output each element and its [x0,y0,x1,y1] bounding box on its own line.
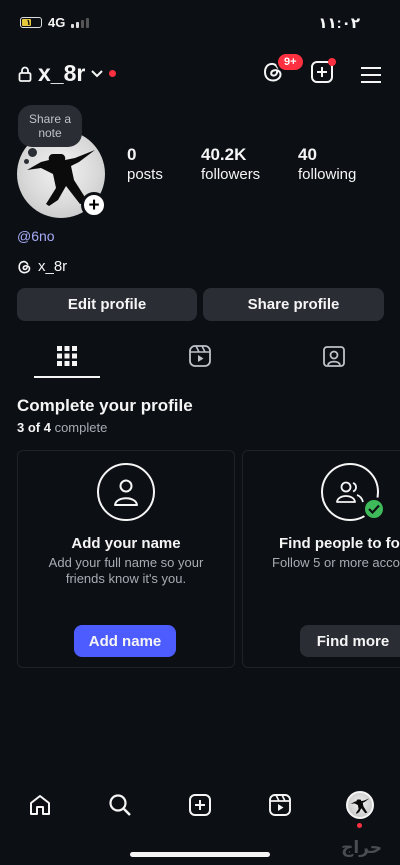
profile-tabs [0,340,400,380]
home-icon[interactable] [28,793,52,817]
header-actions: 9+ [262,52,382,89]
find-people-title: Find people to follow [279,535,400,552]
reels-nav-icon[interactable] [268,793,292,817]
add-name-card: Add your name Add your full name so your… [17,450,235,668]
account-alert-dot [109,70,117,77]
create-alert-dot [328,58,336,66]
add-name-button[interactable]: Add name [74,625,176,657]
progress-count: 3 of 4 [17,420,51,435]
add-name-desc-line2: friends know it's you. [65,571,187,586]
search-icon[interactable] [108,793,132,817]
threads-icon [18,260,31,273]
home-indicator[interactable] [130,852,270,857]
reels-icon[interactable] [188,344,212,368]
threads-button[interactable]: 9+ [262,52,305,89]
active-tab-indicator [34,376,100,378]
find-people-description: Follow 5 or more accounts [272,555,400,570]
find-more-button[interactable]: Find more [300,625,400,657]
complete-profile-title: Complete your profile [17,396,193,415]
user-icon-circle [97,463,155,521]
network-label: 4G [48,15,66,30]
people-icon [336,481,364,503]
edit-profile-button[interactable]: Edit profile [17,288,197,321]
following-label: following [298,166,357,183]
username-title: x_8r [38,60,86,86]
bottom-navigation [0,780,400,830]
chevron-down-icon [91,69,104,77]
account-switcher[interactable]: x_8r [18,60,117,87]
complete-profile-progress: 3 of 4 complete [17,420,107,435]
lock-icon [18,66,32,82]
followers-label: followers [201,166,261,183]
status-time: ١١:٠٢ [318,15,360,32]
user-icon [114,479,138,506]
grid-icon[interactable] [57,346,77,366]
status-bar-left: ١٠ 4G [20,15,90,30]
check-icon [362,497,386,521]
create-button[interactable] [310,58,336,89]
add-story-button[interactable]: + [81,192,107,218]
profile-alert-dot [357,823,362,828]
add-name-desc-line1: Add your full name so your [48,555,204,570]
posts-stat[interactable]: 0 posts [127,145,163,183]
tagged-icon[interactable] [322,344,346,368]
avatar-silhouette-image [350,798,370,814]
add-name-title: Add your name [71,535,181,552]
menu-icon[interactable] [360,66,382,84]
following-count: 40 [298,145,317,164]
profile-nav-avatar[interactable] [346,791,374,819]
following-stat[interactable]: 40 following [298,145,356,183]
share-profile-button[interactable]: Share profile [203,288,384,321]
threads-badge-link[interactable]: x_8r [17,258,67,275]
signal-icon [71,17,90,28]
share-note-bubble[interactable]: Share a note [18,105,82,147]
note-bubble-tail [28,148,37,157]
watermark: حراج [341,838,382,857]
find-people-card: Find people to follow Follow 5 or more a… [242,450,400,668]
notifications-badge: 9+ [276,52,305,72]
posts-label: posts [127,166,163,183]
threads-handle: x_8r [38,258,68,275]
battery-icon: ١٠ [20,17,42,28]
create-post-icon[interactable] [188,793,212,817]
profile-link[interactable]: @6no [17,228,55,244]
progress-suffix: complete [50,420,108,435]
followers-stat[interactable]: 40.2K followers [201,145,260,183]
battery-level: ١٠ [26,18,36,27]
posts-count: 0 [127,145,137,164]
add-name-description: Add your full name so your friends know … [18,555,234,587]
followers-count: 40.2K [201,145,247,164]
note-bubble-tail-small [24,159,29,164]
